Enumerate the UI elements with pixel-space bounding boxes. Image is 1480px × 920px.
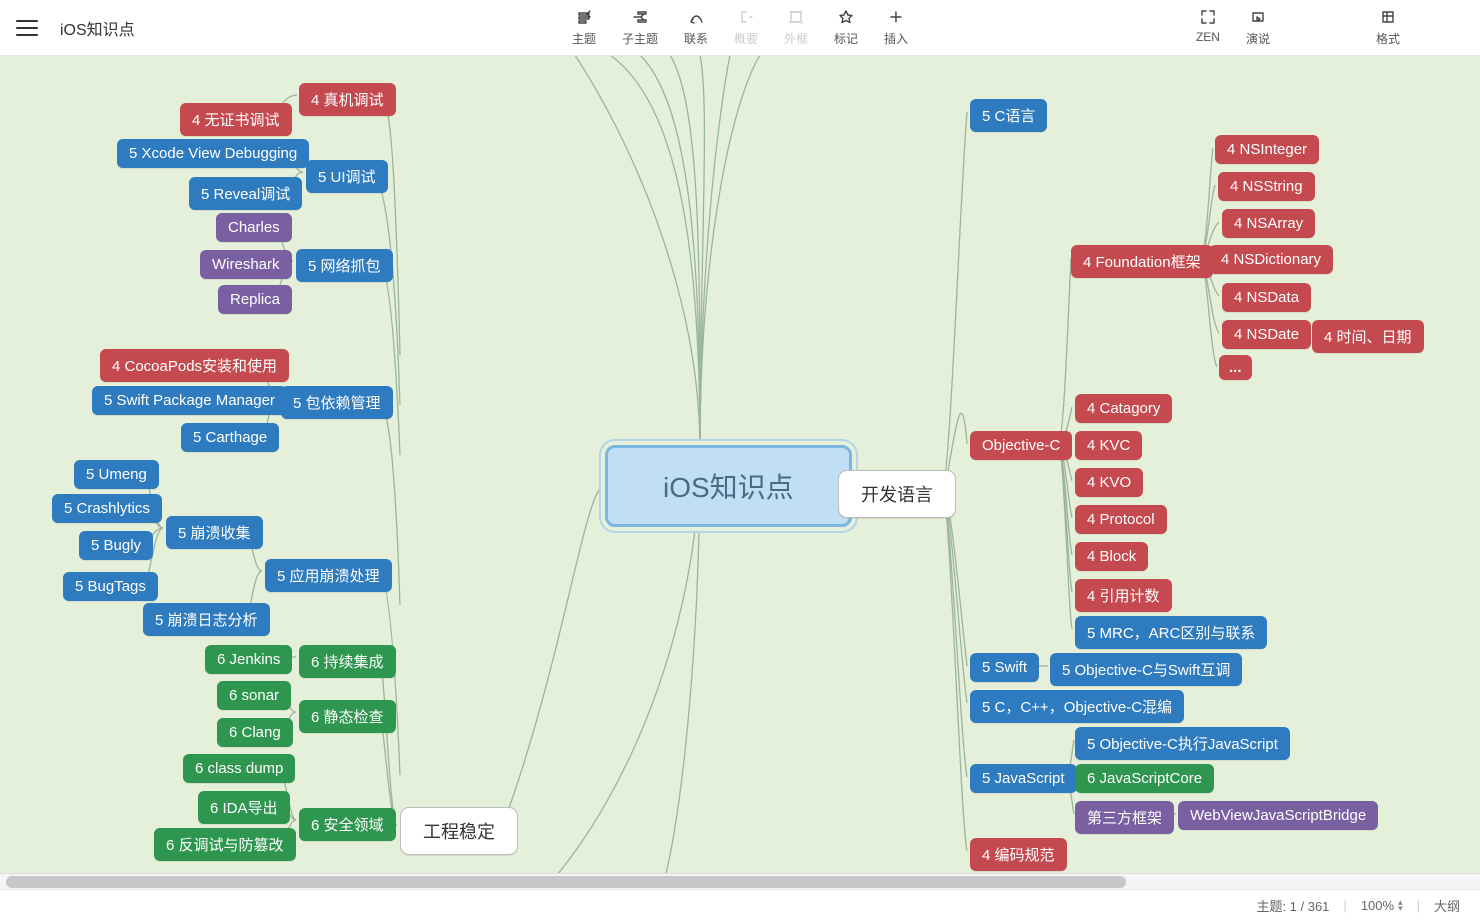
topic-node-15[interactable]: 5 崩溃收集	[166, 516, 263, 549]
toolbar-insert-button[interactable]: 插入	[884, 8, 908, 47]
menu-button[interactable]	[16, 20, 38, 36]
topic-node-30[interactable]: 4 NSInteger	[1215, 135, 1319, 164]
outline-toggle[interactable]: 大纲	[1434, 896, 1460, 915]
topic-node-34[interactable]: 4 NSDictionary	[1209, 245, 1333, 274]
marker-icon	[837, 8, 855, 26]
topic-node-37[interactable]: 4 时间、日期	[1312, 320, 1424, 353]
toolbar: iOS知识点 主题子主题联系概要外框标记插入 ZEN 演说 格式	[0, 0, 1480, 56]
topic-node-8[interactable]: Replica	[218, 285, 292, 314]
topic-node-18[interactable]: 5 BugTags	[63, 572, 158, 601]
topic-node-54[interactable]: WebViewJavaScriptBridge	[1178, 801, 1378, 830]
toolbar-format-button[interactable]: 格式	[1376, 8, 1400, 47]
topic-node-25[interactable]: 6 class dump	[183, 754, 295, 783]
topic-node-10[interactable]: 5 Swift Package Manager	[92, 386, 287, 415]
scrollbar-thumb[interactable]	[6, 876, 1126, 888]
topic-node-7[interactable]: Wireshark	[200, 250, 292, 279]
topic-node-13[interactable]: 5 Umeng	[74, 460, 159, 489]
toolbar-subtopic-button[interactable]: 子主题	[622, 8, 658, 47]
present-icon	[1249, 8, 1267, 26]
topic-node-43[interactable]: 4 Protocol	[1075, 505, 1167, 534]
topic-node-21[interactable]: 6 持续集成	[299, 645, 396, 678]
topic-node-19[interactable]: 5 崩溃日志分析	[143, 603, 270, 636]
topic-node-22[interactable]: 6 sonar	[217, 681, 291, 710]
topic-node-2[interactable]: 5 Xcode View Debugging	[117, 139, 309, 168]
topic-node-50[interactable]: 5 Objective-C执行JavaScript	[1075, 727, 1290, 760]
toolbar-topic-button[interactable]: 主题	[572, 8, 596, 47]
topic-node-4[interactable]: 5 Reveal调试	[189, 177, 302, 210]
topic-node-52[interactable]: 6 JavaScriptCore	[1075, 764, 1214, 793]
topic-node-53[interactable]: 第三方框架	[1075, 801, 1174, 834]
topic-icon	[575, 8, 593, 26]
topic-node-28[interactable]: 6 反调试与防篡改	[154, 828, 296, 861]
topic-node-46[interactable]: 5 MRC，ARC区别与联系	[1075, 616, 1267, 649]
mindmap-canvas[interactable]: iOS知识点开发语言工程稳定 4 真机调试4 无证书调试 5 Xcode View …	[0, 55, 1480, 890]
topic-node-3[interactable]: 5 UI调试	[306, 160, 388, 193]
topic-node-9[interactable]: 4 CocoaPods安装和使用	[100, 349, 289, 382]
topic-node-39[interactable]: 4 Catagory	[1075, 394, 1172, 423]
topic-node-51[interactable]: 5 JavaScript	[970, 764, 1077, 793]
status-bar: 主题: 1 / 361 | 100% ▴▾ | 大纲	[0, 889, 1480, 920]
insert-icon	[887, 8, 905, 26]
document-title: iOS知识点	[60, 16, 135, 40]
topic-node-31[interactable]: 4 NSString	[1218, 172, 1315, 201]
topic-count: 主题: 1 / 361	[1256, 896, 1329, 915]
topic-node-41[interactable]: 4 KVC	[1075, 431, 1142, 460]
branch-dev-lang[interactable]: 开发语言	[838, 470, 956, 518]
summary-icon	[737, 8, 755, 26]
topic-node-0[interactable]: 4 真机调试	[299, 83, 396, 116]
topic-node-32[interactable]: 4 NSArray	[1222, 209, 1315, 238]
topic-node-27[interactable]: 6 安全领域	[299, 808, 396, 841]
topic-node-12[interactable]: 5 Carthage	[181, 423, 279, 452]
toolbar-present-button[interactable]: 演说	[1246, 8, 1270, 47]
horizontal-scrollbar[interactable]	[0, 873, 1480, 890]
zen-icon	[1199, 8, 1217, 26]
topic-node-45[interactable]: 4 引用计数	[1075, 579, 1172, 612]
topic-node-40[interactable]: Objective-C	[970, 431, 1072, 460]
zoom-control[interactable]: 100% ▴▾	[1361, 898, 1403, 913]
topic-node-1[interactable]: 4 无证书调试	[180, 103, 292, 136]
zoom-value: 100%	[1361, 898, 1394, 913]
topic-node-33[interactable]: 4 Foundation框架	[1071, 245, 1213, 278]
topic-node-35[interactable]: 4 NSData	[1222, 283, 1311, 312]
toolbar-zen-button[interactable]: ZEN	[1196, 8, 1220, 47]
topic-node-16[interactable]: 5 Bugly	[79, 531, 153, 560]
toolbar-summary-button: 概要	[734, 8, 758, 47]
relation-icon	[687, 8, 705, 26]
topic-node-24[interactable]: 6 Clang	[217, 718, 293, 747]
toolbar-relation-button[interactable]: 联系	[684, 8, 708, 47]
topic-node-11[interactable]: 5 包依赖管理	[281, 386, 393, 419]
topic-node-23[interactable]: 6 静态检查	[299, 700, 396, 733]
topic-node-20[interactable]: 6 Jenkins	[205, 645, 292, 674]
topic-node-49[interactable]: 5 C，C++，Objective-C混编	[970, 690, 1184, 723]
topic-node-38[interactable]: ...	[1219, 355, 1252, 380]
subtopic-icon	[631, 8, 649, 26]
topic-node-55[interactable]: 4 编码规范	[970, 838, 1067, 871]
topic-node-42[interactable]: 4 KVO	[1075, 468, 1143, 497]
toolbar-marker-button[interactable]: 标记	[834, 8, 858, 47]
topic-node-47[interactable]: 5 Swift	[970, 653, 1039, 682]
topic-node-17[interactable]: 5 应用崩溃处理	[265, 559, 392, 592]
topic-node-29[interactable]: 5 C语言	[970, 99, 1047, 132]
topic-node-5[interactable]: Charles	[216, 213, 292, 242]
toolbar-boundary-button: 外框	[784, 8, 808, 47]
branch-eng-stable[interactable]: 工程稳定	[400, 807, 518, 855]
topic-node-36[interactable]: 4 NSDate	[1222, 320, 1311, 349]
topic-node-48[interactable]: 5 Objective-C与Swift互调	[1050, 653, 1242, 686]
root-topic[interactable]: iOS知识点	[605, 445, 852, 527]
boundary-icon	[787, 8, 805, 26]
topic-node-44[interactable]: 4 Block	[1075, 542, 1148, 571]
topic-node-14[interactable]: 5 Crashlytics	[52, 494, 162, 523]
zoom-stepper-icon[interactable]: ▴▾	[1398, 899, 1403, 911]
format-icon	[1379, 8, 1397, 26]
topic-node-26[interactable]: 6 IDA导出	[198, 791, 290, 824]
topic-node-6[interactable]: 5 网络抓包	[296, 249, 393, 282]
